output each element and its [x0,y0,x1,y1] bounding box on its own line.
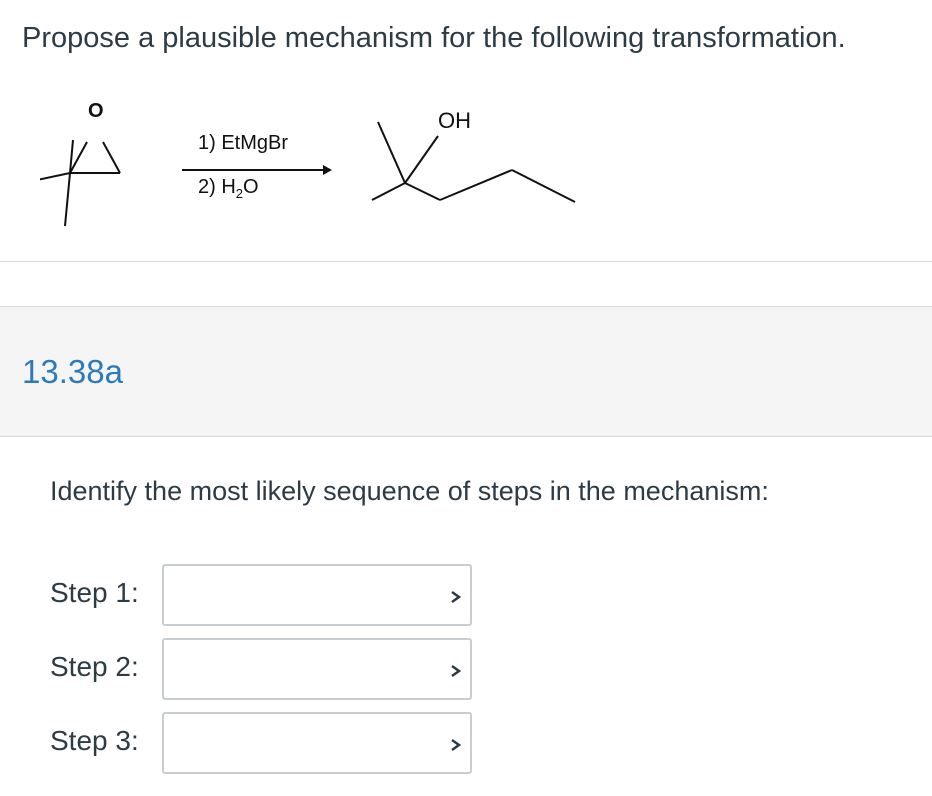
oxygen-atom-label: O [88,100,104,122]
step-1-label: Step 1: [50,577,139,608]
chevron-down-icon [451,664,462,678]
step-2-label: Step 2: [50,651,139,682]
chevron-down-icon [451,590,462,604]
step-3-label: Step 3: [50,725,139,756]
reagent-1-label: 1) EtMgBr [198,132,289,154]
reaction-scheme: O 1) EtMgBr 2) H2O OH [40,98,600,238]
hydroxyl-group-label: OH [438,108,471,133]
reactant-epoxide-structure [40,121,576,227]
question-text: Propose a plausible mechanism for the fo… [22,22,846,54]
step-3-select[interactable] [162,712,472,774]
step-1-select[interactable] [162,564,472,626]
section-header [0,307,932,436]
section-bottom-divider [0,436,932,437]
chevron-down-icon [451,738,462,752]
step-2-select[interactable] [162,638,472,700]
reagent-2-label: 2) H2O [198,176,259,201]
prompt-text: Identify the most likely sequence of ste… [50,476,769,506]
section-label: 13.38a [22,353,123,390]
section-top-divider [0,306,932,307]
top-divider [0,261,932,262]
